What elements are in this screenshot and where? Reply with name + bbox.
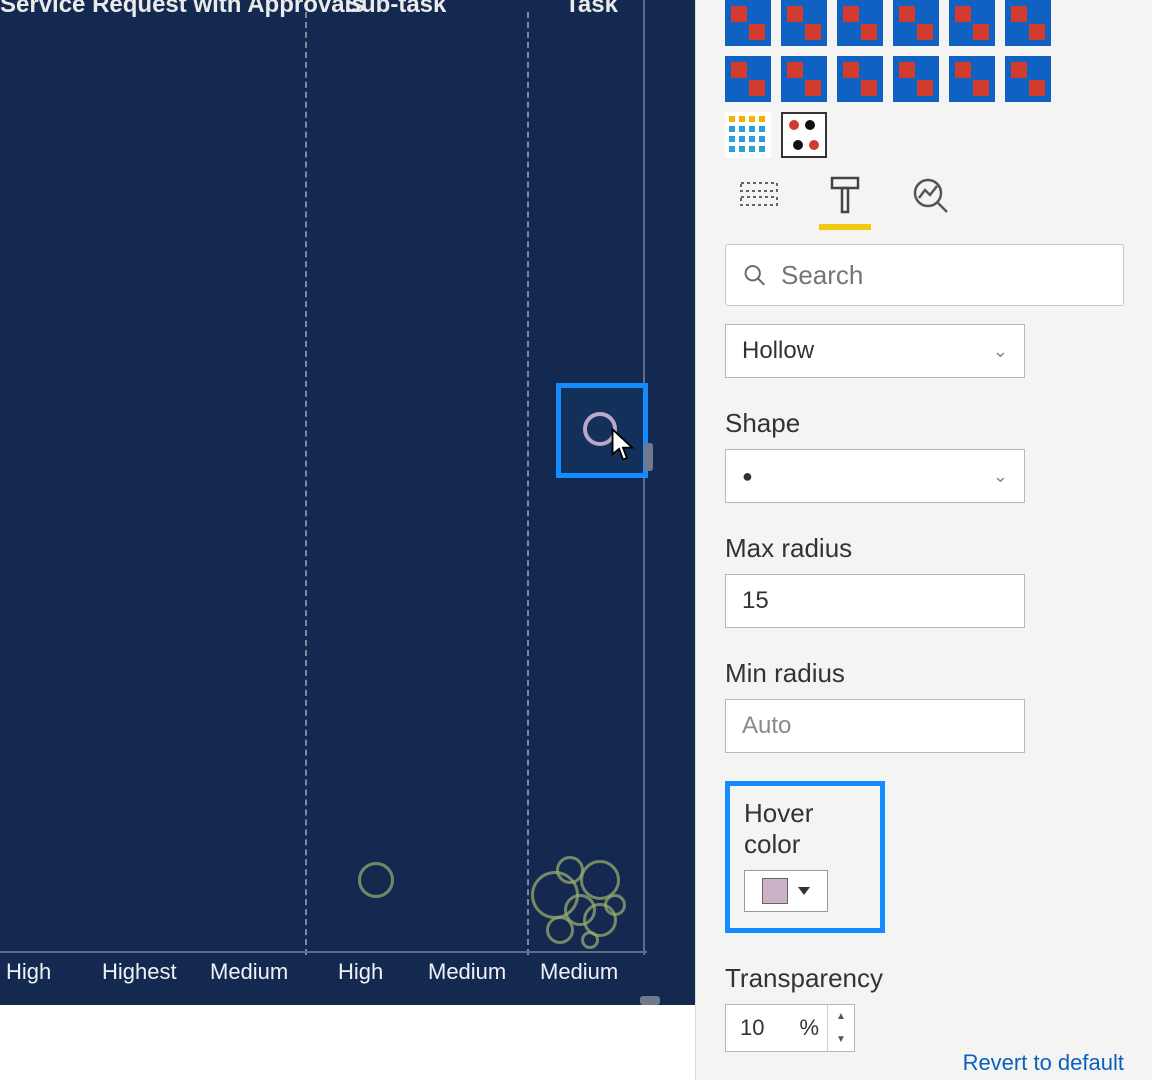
color-swatch [762,878,788,904]
viz-type-tile[interactable] [781,112,827,158]
chevron-down-icon: ⌄ [993,466,1008,487]
viz-type-tile[interactable] [837,56,883,102]
chevron-down-icon: ⌄ [993,341,1008,362]
selection-highlight [556,383,648,478]
data-point[interactable] [546,916,574,944]
axis-tick: Medium [428,959,506,985]
hover-color-label: Hover color [744,798,866,860]
chart-column-headers: Service Request with Approvals Sub-task … [0,0,695,25]
grid-divider [527,12,529,955]
col-header-0: Service Request with Approvals [0,0,365,19]
x-axis-labels: High Highest Medium High Medium Medium [0,959,695,997]
min-radius-label: Min radius [725,658,1124,689]
max-radius-input[interactable]: 15 [725,574,1025,628]
viz-type-tile[interactable] [1005,56,1051,102]
marker-style-value: Hollow [742,337,814,365]
viz-type-tile[interactable] [837,0,883,46]
data-point[interactable] [581,931,599,949]
scrollbar-vertical[interactable] [644,443,653,471]
search-input[interactable] [781,260,1107,291]
spinner-up[interactable]: ▲ [828,1005,854,1028]
col-header-2: Task [565,0,618,19]
shape-value: ● [742,466,753,487]
chart-canvas[interactable]: Service Request with Approvals Sub-task … [0,0,695,1005]
viz-type-tile[interactable] [893,56,939,102]
selected-data-point[interactable] [583,412,617,446]
viz-type-tile[interactable] [725,112,771,158]
min-radius-placeholder: Auto [742,712,791,740]
hover-color-picker[interactable] [744,870,828,912]
max-radius-value: 15 [742,587,769,615]
shape-dropdown[interactable]: ● ⌄ [725,449,1025,503]
max-radius-label: Max radius [725,533,1124,564]
format-pane: Hollow ⌄ Shape ● ⌄ Max radius 15 Min rad… [695,0,1152,1080]
data-point[interactable] [556,856,584,884]
data-point[interactable] [604,894,626,916]
visualizations-gallery [725,0,1124,158]
viz-type-tile[interactable] [725,0,771,46]
shape-label: Shape [725,408,1124,439]
format-tab[interactable] [821,172,869,220]
fields-tab[interactable] [735,172,783,220]
transparency-label: Transparency [725,963,1124,994]
caret-down-icon [798,887,810,895]
col-header-1: Sub-task [345,0,446,19]
viz-type-tile[interactable] [893,0,939,46]
viz-type-tile[interactable] [781,0,827,46]
axis-tick: Highest [102,959,177,985]
axis-tick: Medium [540,959,618,985]
axis-tick: Medium [210,959,288,985]
analytics-tab[interactable] [907,172,955,220]
axis-tick: High [338,959,383,985]
pane-divider [695,0,696,1080]
viz-type-tile[interactable] [781,56,827,102]
plot-border [0,951,647,953]
axis-tick: High [6,959,51,985]
canvas-gap [0,1005,695,1080]
revert-to-default-link[interactable]: Revert to default [963,1050,1124,1076]
viz-type-tile[interactable] [1005,0,1051,46]
transparency-input[interactable]: 10 % ▲ ▼ [725,1004,855,1052]
spinner-down[interactable]: ▼ [828,1028,854,1051]
viz-type-tile[interactable] [725,56,771,102]
min-radius-input[interactable]: Auto [725,699,1025,753]
pane-tabs [725,172,1124,220]
scrollbar-horizontal[interactable] [640,996,660,1005]
grid-divider [305,12,307,955]
viz-type-tile[interactable] [949,56,995,102]
search-box[interactable] [725,244,1124,306]
marker-style-dropdown[interactable]: Hollow ⌄ [725,324,1025,378]
search-icon [742,261,767,289]
viz-type-tile[interactable] [949,0,995,46]
transparency-unit: % [799,1015,827,1041]
hover-color-group-highlight: Hover color [725,781,885,933]
transparency-value: 10 [726,1015,799,1041]
data-point[interactable] [358,862,394,898]
